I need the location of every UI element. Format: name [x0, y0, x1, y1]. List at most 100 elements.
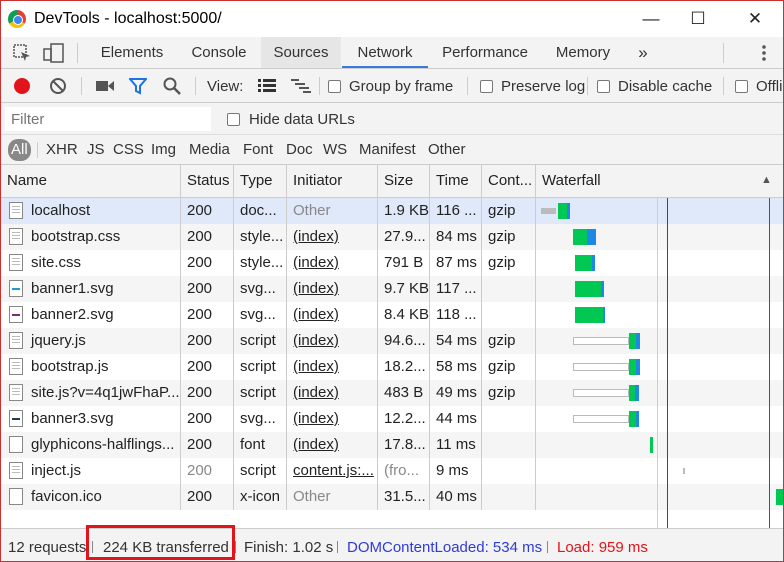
waterfall-bar[interactable] [573, 337, 629, 345]
kebab-menu-icon[interactable] [761, 44, 767, 62]
type-filter-js[interactable]: JS [87, 139, 105, 161]
disable-cache-checkbox[interactable]: Disable cache [597, 69, 712, 103]
cell-initiator: Other [287, 198, 378, 224]
finish-time: Finish: 1.02 s [244, 539, 334, 556]
filter-bar: Hide data URLs [1, 103, 783, 135]
waterfall-bar[interactable] [575, 307, 603, 323]
waterfall-bar[interactable] [573, 389, 629, 397]
checkbox-box[interactable] [328, 79, 341, 93]
type-filter-manifest[interactable]: Manifest [359, 139, 416, 161]
column-header-initiator[interactable]: Initiator [287, 165, 378, 197]
waterfall-bar[interactable] [629, 411, 636, 427]
clear-button[interactable] [49, 69, 67, 103]
waterfall-bar[interactable] [636, 359, 640, 375]
group-by-frame-checkbox[interactable]: Group by frame [328, 69, 453, 103]
column-header-content-encoding[interactable]: Cont... [482, 165, 536, 197]
waterfall-bar[interactable] [575, 281, 601, 297]
cell-initiator[interactable]: (index) [287, 354, 378, 380]
waterfall-bar[interactable] [635, 385, 639, 401]
filter-toggle-button[interactable] [129, 69, 147, 103]
checkbox-box[interactable] [597, 79, 610, 93]
waterfall-bar[interactable] [575, 255, 592, 271]
cell-initiator[interactable]: (index) [287, 432, 378, 458]
hide-data-urls-checkbox[interactable]: Hide data URLs [227, 103, 355, 135]
waterfall-bar[interactable] [629, 333, 636, 349]
column-header-time[interactable]: Time [430, 165, 482, 197]
waterfall-bar[interactable] [558, 203, 567, 219]
type-filter-xhr[interactable]: XHR [46, 139, 78, 161]
divider [723, 77, 724, 95]
type-filter-other[interactable]: Other [428, 139, 466, 161]
waterfall-bar[interactable] [541, 208, 556, 214]
divider [319, 77, 320, 95]
waterfall-bar[interactable] [587, 229, 596, 245]
cell-initiator[interactable]: content.js:... [287, 458, 378, 484]
waterfall-bar[interactable] [573, 363, 629, 371]
waterfall-bar[interactable] [573, 229, 587, 245]
record-button[interactable] [13, 69, 31, 103]
type-filter-all[interactable]: All [8, 139, 31, 161]
search-button[interactable] [163, 69, 181, 103]
cell-initiator[interactable]: (index) [287, 250, 378, 276]
type-filter-media[interactable]: Media [189, 139, 230, 161]
tab-sources[interactable]: Sources [261, 37, 341, 68]
cell-initiator[interactable]: (index) [287, 380, 378, 406]
column-header-type[interactable]: Type [234, 165, 287, 197]
load-event-marker [769, 198, 770, 528]
tab-elements[interactable]: Elements [91, 37, 173, 68]
type-filter-font[interactable]: Font [243, 139, 273, 161]
cell-initiator[interactable]: (index) [287, 302, 378, 328]
column-header-status[interactable]: Status [181, 165, 234, 197]
checkbox-box[interactable] [480, 79, 493, 93]
waterfall-bar[interactable] [601, 281, 604, 297]
overview-button[interactable] [291, 69, 311, 103]
more-tabs-button[interactable]: » [631, 37, 655, 68]
type-filter-ws[interactable]: WS [323, 139, 347, 161]
type-filter-css[interactable]: CSS [113, 139, 144, 161]
divider [587, 77, 588, 95]
screenshot-button[interactable] [95, 69, 115, 103]
cell-type: svg... [234, 276, 287, 302]
waterfall-bar[interactable] [636, 333, 640, 349]
tab-network[interactable]: Network [342, 37, 428, 68]
cell-time: 44 ms [430, 406, 482, 432]
inspect-element-icon[interactable] [13, 44, 31, 62]
tab-console[interactable]: Console [179, 37, 259, 68]
waterfall-bar[interactable] [683, 468, 685, 474]
cell-size: 31.5... [378, 484, 430, 510]
waterfall-bar[interactable] [603, 307, 605, 323]
large-rows-button[interactable] [258, 69, 276, 103]
waterfall-bar[interactable] [636, 411, 639, 427]
maximize-button[interactable]: ☐ [675, 1, 721, 37]
devtools-window: DevTools - localhost:5000/ — ☐ ✕ Element… [0, 0, 784, 562]
waterfall-bar[interactable] [573, 415, 629, 423]
type-filter-doc[interactable]: Doc [286, 139, 313, 161]
cell-initiator[interactable]: (index) [287, 406, 378, 432]
column-header-waterfall[interactable]: Waterfall [536, 165, 783, 197]
close-button[interactable]: ✕ [732, 1, 778, 37]
column-header-size[interactable]: Size [378, 165, 430, 197]
waterfall-bar[interactable] [629, 359, 636, 375]
cell-time: 58 ms [430, 354, 482, 380]
waterfall-bar[interactable] [567, 203, 570, 219]
preserve-log-checkbox[interactable]: Preserve log [480, 69, 585, 103]
checkbox-box[interactable] [735, 79, 748, 93]
filter-input[interactable] [5, 107, 211, 131]
chrome-logo-icon [8, 10, 26, 28]
waterfall-bar[interactable] [650, 437, 653, 453]
type-filter-img[interactable]: Img [151, 139, 176, 161]
device-toolbar-icon[interactable] [43, 43, 65, 63]
tab-performance[interactable]: Performance [433, 37, 537, 68]
cell-initiator[interactable]: (index) [287, 224, 378, 250]
column-header-name[interactable]: Name [1, 165, 181, 197]
tab-memory[interactable]: Memory [545, 37, 621, 68]
waterfall-bar[interactable] [592, 255, 595, 271]
cell-time: 116 ... [430, 198, 482, 224]
waterfall-bar[interactable] [776, 489, 783, 505]
offline-checkbox[interactable]: Offli [735, 69, 782, 103]
minimize-button[interactable]: — [628, 1, 674, 37]
cell-initiator[interactable]: (index) [287, 328, 378, 354]
cell-initiator[interactable]: (index) [287, 276, 378, 302]
divider [77, 43, 78, 63]
checkbox-box[interactable] [227, 112, 240, 126]
